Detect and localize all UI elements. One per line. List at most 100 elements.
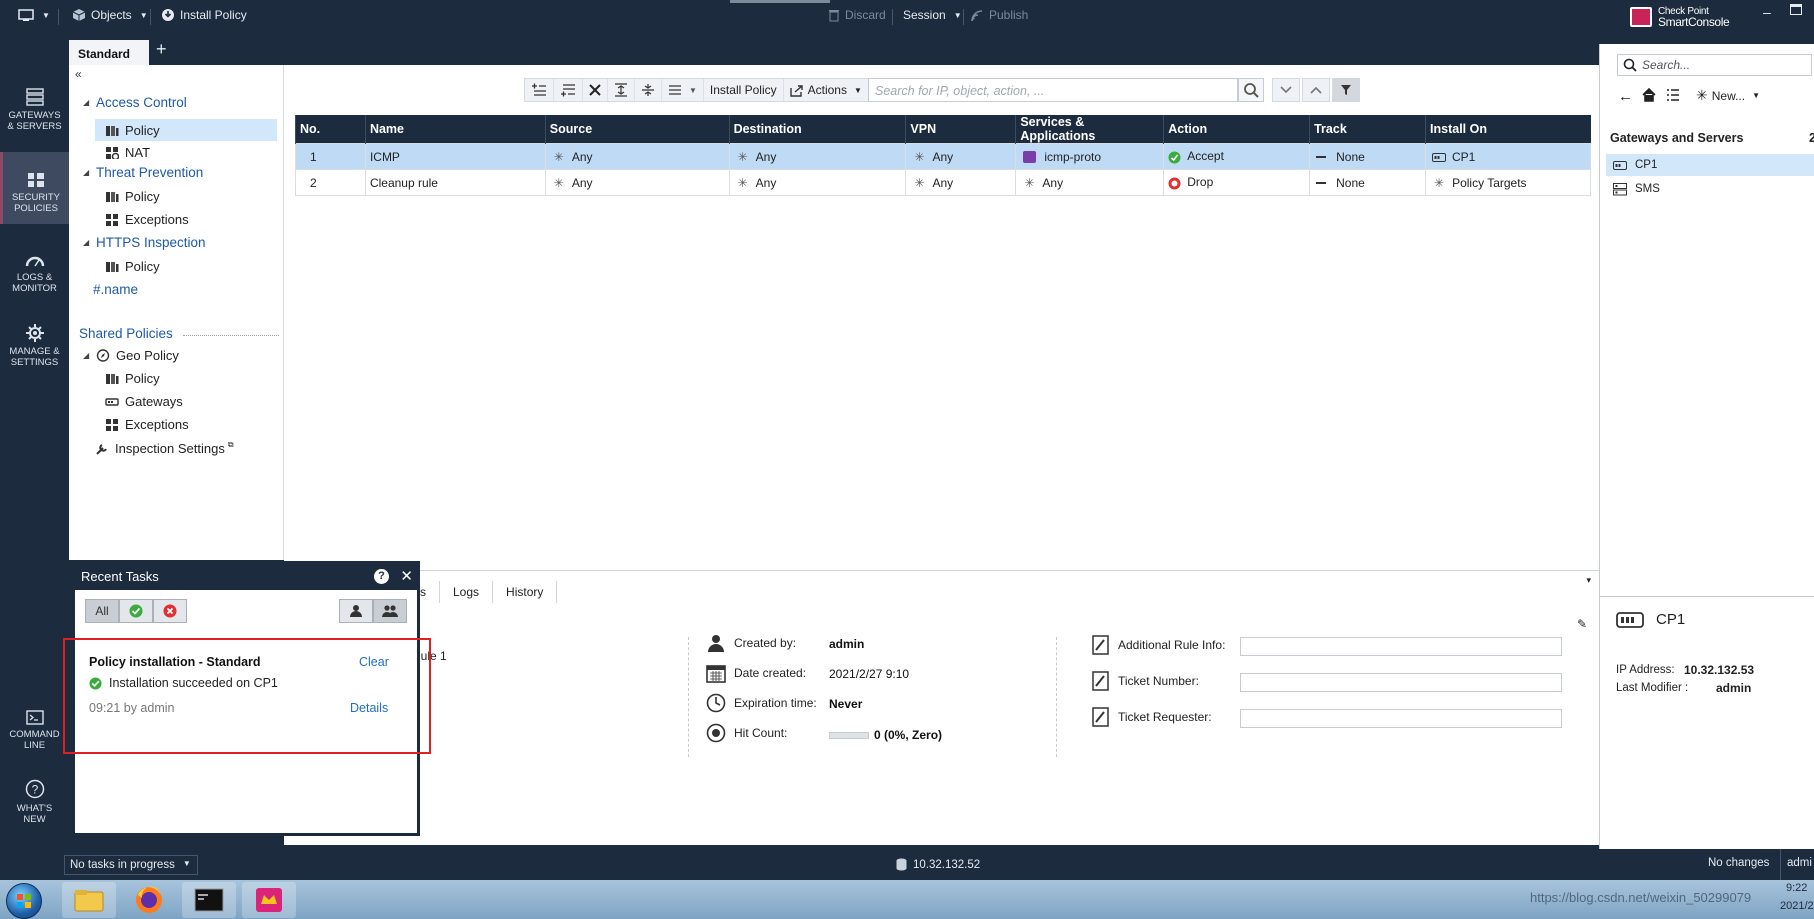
help-icon[interactable]: ? bbox=[374, 569, 389, 584]
column-header-services[interactable]: Services & Applications bbox=[1015, 115, 1164, 144]
tree-https-inspection[interactable]: ◢ HTTPS Inspection bbox=[83, 235, 206, 250]
tree-geo-exceptions[interactable]: Exceptions bbox=[105, 417, 189, 432]
add-tab-button[interactable]: + bbox=[156, 40, 167, 58]
taskbar-smartconsole[interactable] bbox=[242, 882, 296, 918]
rule-track[interactable]: None bbox=[1309, 143, 1427, 170]
rule-services[interactable]: ✳ Any bbox=[1015, 169, 1165, 196]
rule-name[interactable]: Cleanup rule bbox=[364, 169, 546, 196]
column-header-no[interactable]: No. bbox=[295, 115, 366, 144]
table-row[interactable]: 2 Cleanup rule ✳ Any ✳ Any ✳ Any ✳ Any Drop … bbox=[295, 169, 1591, 196]
taskbar-firefox[interactable] bbox=[122, 882, 176, 918]
tasks-progress-button[interactable]: No tasks in progress ▼ bbox=[64, 855, 198, 875]
rule-action[interactable]: Drop bbox=[1163, 169, 1311, 196]
actions-menu-button[interactable]: Actions ▼ bbox=[784, 79, 869, 101]
add-rule-above-button[interactable] bbox=[525, 79, 554, 101]
view-options-button[interactable]: ▼ bbox=[662, 79, 704, 101]
tab-logs[interactable]: Logs bbox=[440, 581, 494, 603]
tree-nat[interactable]: NAT bbox=[105, 145, 150, 160]
filter-succeeded-button[interactable] bbox=[119, 599, 153, 623]
tree-geo-gateways[interactable]: Gateways bbox=[105, 394, 183, 409]
task-details-link[interactable]: Details bbox=[350, 701, 388, 715]
back-arrow-icon[interactable]: ← bbox=[1618, 88, 1633, 105]
column-header-install-on[interactable]: Install On bbox=[1425, 115, 1591, 144]
taskbar-cmd[interactable] bbox=[182, 882, 236, 918]
my-tasks-button[interactable] bbox=[339, 599, 373, 623]
close-icon[interactable]: ✕ bbox=[400, 567, 413, 585]
column-header-track[interactable]: Track bbox=[1309, 115, 1426, 144]
filter-all-button[interactable]: All bbox=[85, 599, 119, 623]
rulebase-search-input[interactable]: Search for IP, object, action, ... bbox=[868, 78, 1238, 102]
column-header-name[interactable]: Name bbox=[364, 115, 546, 144]
column-header-source[interactable]: Source bbox=[544, 115, 730, 144]
ticket-number-field[interactable] bbox=[1240, 673, 1562, 692]
minimize-icon[interactable]: – bbox=[1763, 4, 1771, 20]
home-icon[interactable] bbox=[1642, 88, 1656, 102]
tree-geo-policy-item[interactable]: Policy bbox=[105, 371, 160, 386]
column-header-vpn[interactable]: VPN bbox=[905, 115, 1016, 144]
new-object-button[interactable]: ✳ New... ▼ bbox=[1696, 87, 1760, 104]
collapse-sections-button[interactable] bbox=[635, 79, 662, 101]
tree-name-item[interactable]: #.name bbox=[93, 282, 138, 297]
object-list-item-sms[interactable]: SMS bbox=[1606, 178, 1660, 200]
rule-destination[interactable]: ✳ Any bbox=[728, 143, 907, 170]
tree-threat-prevention[interactable]: ◢ Threat Prevention bbox=[83, 165, 203, 180]
filter-button[interactable] bbox=[1332, 78, 1360, 102]
install-policy-toolbar-button[interactable]: Install Policy bbox=[704, 79, 784, 101]
edit-pencil-icon[interactable]: ✎ bbox=[1577, 617, 1587, 631]
rule-vpn[interactable]: ✳ Any bbox=[905, 143, 1017, 170]
tab-history[interactable]: History bbox=[493, 581, 558, 603]
previous-match-button[interactable] bbox=[1302, 78, 1330, 102]
rule-source[interactable]: ✳ Any bbox=[544, 143, 730, 170]
discard-button[interactable]: Discard bbox=[828, 8, 886, 22]
next-match-button[interactable] bbox=[1272, 78, 1300, 102]
rule-install-on[interactable]: ✳ Policy Targets bbox=[1425, 169, 1591, 196]
session-menu[interactable]: Session ▼ bbox=[903, 8, 962, 22]
objects-menu[interactable]: Objects ▼ bbox=[72, 8, 148, 22]
object-list-item-cp1[interactable]: CP1 bbox=[1606, 154, 1814, 176]
tree-inspection-settings[interactable]: Inspection Settings ⧉ bbox=[95, 440, 234, 456]
tree-hi-policy[interactable]: Policy bbox=[105, 259, 160, 274]
filter-failed-button[interactable] bbox=[153, 599, 187, 623]
nav-whats-new[interactable]: ? WHAT'S NEW bbox=[0, 779, 69, 839]
taskbar-explorer[interactable] bbox=[62, 882, 116, 918]
nav-logs-monitor[interactable]: LOGS & MONITOR bbox=[0, 254, 69, 314]
tree-tp-policy[interactable]: Policy bbox=[105, 189, 160, 204]
rule-action[interactable]: Accept bbox=[1163, 143, 1311, 170]
tree-access-control[interactable]: ◢ Access Control bbox=[83, 95, 187, 110]
nav-command-line[interactable]: COMMAND LINE bbox=[0, 710, 69, 770]
publish-button[interactable]: Publish bbox=[970, 8, 1028, 22]
rule-services[interactable]: icmp-proto bbox=[1015, 143, 1165, 170]
list-view-icon[interactable] bbox=[1666, 88, 1680, 102]
nav-security-policies[interactable]: SECURITY POLICIES bbox=[0, 152, 69, 224]
column-header-action[interactable]: Action bbox=[1163, 115, 1310, 144]
collapse-tree-button[interactable]: « bbox=[75, 67, 82, 81]
tree-tp-exceptions[interactable]: Exceptions bbox=[105, 212, 189, 227]
search-button[interactable] bbox=[1238, 78, 1264, 102]
rule-name[interactable]: ICMP bbox=[364, 143, 546, 170]
app-menu-button[interactable]: ▼ bbox=[18, 8, 50, 22]
tab-standard[interactable]: Standard bbox=[69, 40, 149, 65]
expand-sections-button[interactable] bbox=[608, 79, 635, 101]
rule-source[interactable]: ✳ Any bbox=[544, 169, 730, 196]
rule-install-on[interactable]: CP1 bbox=[1425, 143, 1591, 170]
tree-ac-policy[interactable]: Policy bbox=[95, 119, 277, 141]
tree-geo-policy[interactable]: ◢ Geo Policy bbox=[83, 348, 179, 363]
delete-rule-button[interactable] bbox=[583, 79, 608, 101]
maximize-icon[interactable] bbox=[1790, 4, 1802, 15]
table-row[interactable]: 1 ICMP ✳ Any ✳ Any ✳ Any icmp-proto Accept … bbox=[295, 143, 1591, 170]
nav-manage-settings[interactable]: MANAGE & SETTINGS bbox=[0, 324, 69, 384]
start-button[interactable] bbox=[6, 883, 42, 919]
rule-destination[interactable]: ✳ Any bbox=[728, 169, 907, 196]
all-users-tasks-button[interactable] bbox=[373, 599, 407, 623]
tree-shared-policies[interactable]: Shared Policies bbox=[79, 326, 173, 341]
rule-vpn[interactable]: ✳ Any bbox=[905, 169, 1017, 196]
add-rule-below-button[interactable] bbox=[554, 79, 583, 101]
task-clear-link[interactable]: Clear bbox=[359, 655, 389, 669]
ticket-requester-field[interactable] bbox=[1240, 709, 1562, 728]
install-policy-top-button[interactable]: Install Policy bbox=[161, 8, 247, 22]
additional-info-field[interactable] bbox=[1240, 637, 1562, 656]
collapse-pane-icon[interactable]: ▾ bbox=[1586, 575, 1591, 586]
rule-track[interactable]: None bbox=[1309, 169, 1427, 196]
object-search-input[interactable]: Search... bbox=[1617, 54, 1812, 76]
column-header-destination[interactable]: Destination bbox=[728, 115, 906, 144]
